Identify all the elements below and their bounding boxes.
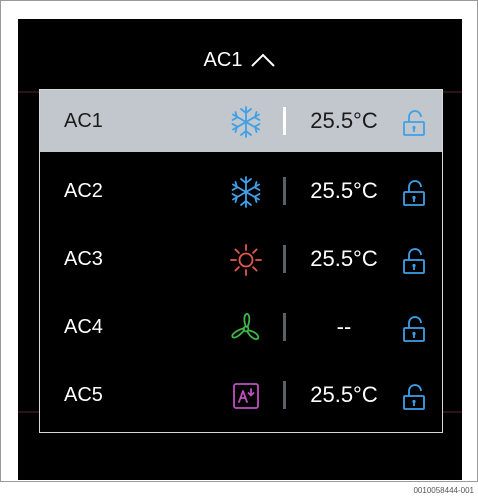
temperature-value: -- <box>336 314 352 339</box>
unit-row-ac4[interactable]: AC4 -- <box>40 296 442 358</box>
snowflake-icon <box>229 105 263 139</box>
chevron-up-icon[interactable] <box>250 52 276 68</box>
column-separator <box>283 313 286 341</box>
temperature-value: 25.5°C <box>310 382 378 407</box>
unit-row-ac2[interactable]: AC2 25.5°C <box>40 160 442 222</box>
unlocked-padlock-icon[interactable] <box>401 179 427 207</box>
sun-icon <box>229 243 263 277</box>
unit-name: AC5 <box>64 383 103 406</box>
figure-frame: AC1 AC1 25.5°C AC2 25.5°C AC3 25.5°C AC4… <box>0 0 478 482</box>
unlocked-padlock-icon[interactable] <box>401 383 427 411</box>
unlocked-padlock-icon[interactable] <box>401 247 427 275</box>
unit-row-ac3[interactable]: AC3 25.5°C <box>40 228 442 290</box>
unit-name: AC3 <box>64 247 103 270</box>
column-separator <box>283 177 286 205</box>
snowflake-icon <box>229 175 263 209</box>
unlocked-padlock-icon[interactable] <box>401 315 427 343</box>
unit-selector-header[interactable]: AC1 <box>18 39 462 81</box>
selected-unit-title: AC1 <box>203 48 243 71</box>
unit-row-ac5[interactable]: AC5 25.5°C <box>40 364 442 426</box>
column-separator <box>283 381 286 409</box>
temperature-value: 25.5°C <box>310 108 378 133</box>
column-separator <box>283 245 286 273</box>
unit-name: AC1 <box>64 109 103 132</box>
unit-dropdown-list: AC1 25.5°C AC2 25.5°C AC3 25.5°C AC4 -- … <box>39 89 443 433</box>
unit-name: AC4 <box>64 315 103 338</box>
temperature-value: 25.5°C <box>310 178 378 203</box>
column-separator <box>283 107 286 135</box>
unit-name: AC2 <box>64 179 103 202</box>
temperature-value: 25.5°C <box>310 246 378 271</box>
figure-id-caption: 0010058444-001 <box>413 486 474 495</box>
control-screen: AC1 AC1 25.5°C AC2 25.5°C AC3 25.5°C AC4… <box>18 19 462 480</box>
unit-row-ac1[interactable]: AC1 25.5°C <box>40 90 442 152</box>
unlocked-padlock-icon[interactable] <box>401 109 427 137</box>
fan-icon <box>229 311 263 345</box>
auto-mode-icon <box>229 379 263 413</box>
